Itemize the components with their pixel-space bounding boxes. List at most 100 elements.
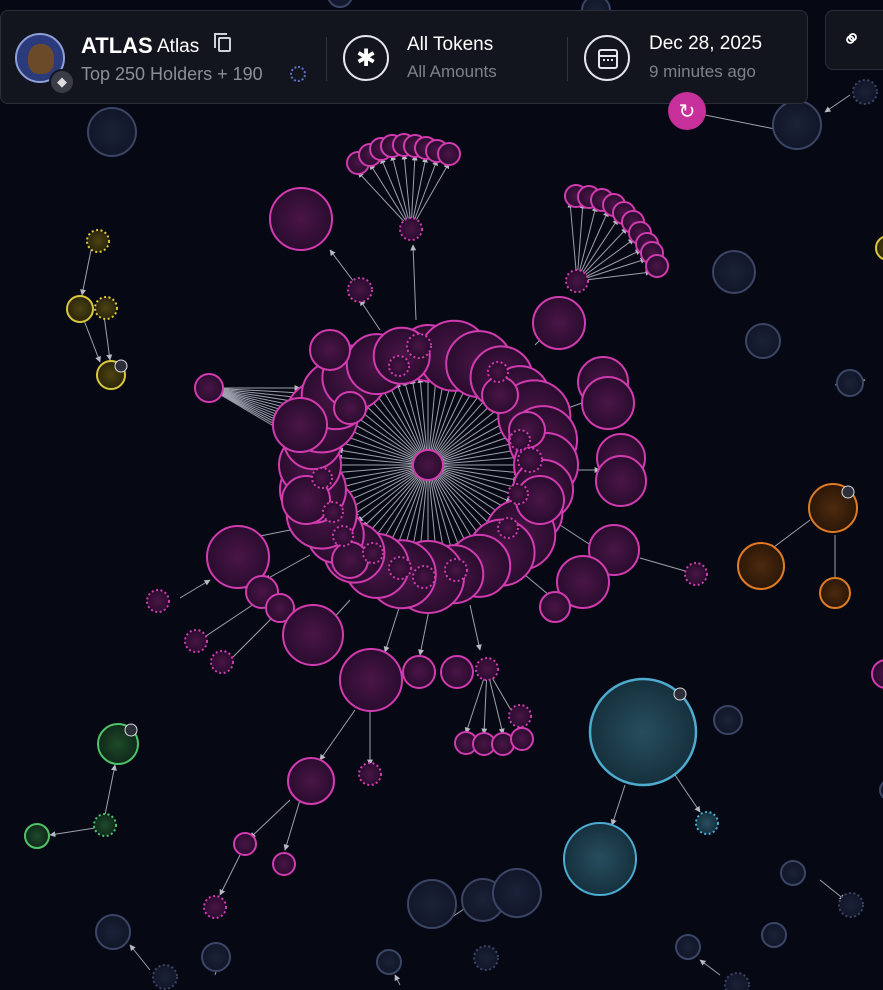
contract-bubble[interactable]: [388, 355, 410, 377]
holder-bubble[interactable]: [272, 852, 296, 876]
contract-bubble[interactable]: [852, 79, 878, 105]
contract-bubble[interactable]: [473, 945, 499, 971]
contract-bubble[interactable]: [475, 657, 499, 681]
holder-bubble[interactable]: [287, 757, 335, 805]
transfer-link: [357, 171, 412, 230]
holder-bubble[interactable]: [675, 934, 701, 960]
transfer-link: [410, 162, 450, 230]
holder-bubble[interactable]: [407, 879, 457, 929]
holder-bubble[interactable]: [66, 295, 94, 323]
contract-bubble[interactable]: [684, 562, 708, 586]
contract-bubble[interactable]: [724, 972, 750, 990]
contract-bubble[interactable]: [406, 333, 432, 359]
transfer-link: [359, 299, 381, 331]
contract-bubble[interactable]: [508, 704, 532, 728]
contract-bubble[interactable]: [388, 556, 412, 580]
holder-bubble[interactable]: [309, 329, 351, 371]
holder-bubble[interactable]: [780, 860, 806, 886]
contract-bubble[interactable]: [565, 269, 589, 293]
holder-bubble[interactable]: [201, 942, 231, 972]
contract-bubble[interactable]: [146, 589, 170, 613]
contract-bubble[interactable]: [838, 892, 864, 918]
contract-bubble[interactable]: [210, 650, 234, 674]
holder-bubble[interactable]: [339, 648, 403, 712]
filter-subtitle: All Amounts: [407, 62, 497, 81]
contract-bubble[interactable]: [507, 483, 529, 505]
contract-bubble[interactable]: [509, 429, 531, 451]
contract-bubble[interactable]: [487, 361, 509, 383]
holder-bubble[interactable]: [745, 323, 781, 359]
holder-bubble[interactable]: [333, 391, 367, 425]
transfer-link: [179, 579, 211, 599]
transfer-link: [49, 827, 96, 838]
holder-bubble[interactable]: [269, 187, 333, 251]
holder-bubble[interactable]: [331, 541, 369, 579]
holder-bubble[interactable]: [772, 100, 822, 150]
token-header: ◆ ATLAS Atlas Top 250 Holders + 190 ✱ Al…: [0, 10, 808, 104]
holder-bubble[interactable]: [645, 254, 669, 278]
contract-bubble[interactable]: [517, 447, 543, 473]
contract-bubble[interactable]: [399, 217, 423, 241]
contract-bubble[interactable]: [93, 813, 117, 837]
transfer-link: [129, 944, 151, 971]
holder-bubble[interactable]: [24, 823, 50, 849]
holder-bubble[interactable]: [595, 455, 647, 507]
holder-bubble[interactable]: [875, 236, 883, 260]
refresh-icon: ↻: [678, 99, 696, 123]
contract-bubble[interactable]: [362, 542, 384, 564]
transfer-link: [104, 764, 117, 816]
holder-bubble[interactable]: [510, 727, 534, 751]
holder-bubble[interactable]: [761, 922, 787, 948]
holder-bubble[interactable]: [282, 604, 344, 666]
holder-bubble[interactable]: [233, 832, 257, 856]
date-section[interactable]: Dec 28, 2025 9 minutes ago: [568, 11, 808, 105]
swap-icon[interactable]: [194, 373, 224, 403]
contract-bubble[interactable]: [94, 296, 118, 320]
holder-bubble[interactable]: [376, 949, 402, 975]
holder-bubble[interactable]: [87, 107, 137, 157]
token-symbol: ATLAS: [81, 33, 153, 58]
holder-bubble[interactable]: [437, 142, 461, 166]
contract-bubble[interactable]: [322, 501, 344, 523]
refresh-button[interactable]: ↻: [668, 92, 706, 130]
holder-bubble[interactable]: [492, 868, 542, 918]
holder-bubble[interactable]: [819, 577, 851, 609]
token-filter-section[interactable]: ✱ All Tokens All Amounts: [327, 11, 567, 105]
contract-bubble[interactable]: [695, 811, 719, 835]
contract-bubble[interactable]: [184, 629, 208, 653]
lock-icon: [841, 485, 855, 499]
holder-bubble[interactable]: [871, 659, 883, 689]
holder-bubble[interactable]: [737, 542, 785, 590]
holder-bubble[interactable]: [532, 296, 586, 350]
contract-bubble[interactable]: [347, 277, 373, 303]
holder-bubble[interactable]: [440, 655, 474, 689]
holder-bubble[interactable]: [712, 250, 756, 294]
contract-bubble[interactable]: [203, 895, 227, 919]
token-name: Atlas: [157, 36, 200, 57]
contract-bubble[interactable]: [311, 467, 333, 489]
token-section[interactable]: ◆ ATLAS Atlas Top 250 Holders + 190: [1, 11, 326, 105]
contract-bubble[interactable]: [86, 229, 110, 253]
transfer-link: [576, 218, 619, 282]
lock-icon: [124, 723, 138, 737]
holder-bubble[interactable]: [539, 591, 571, 623]
transfer-link: [199, 599, 261, 641]
holder-bubble[interactable]: [563, 822, 637, 896]
contract-bubble[interactable]: [358, 762, 382, 786]
holder-bubble[interactable]: [95, 914, 131, 950]
holder-bubble[interactable]: [581, 376, 635, 430]
swap-icon[interactable]: [412, 449, 444, 481]
contract-bubble[interactable]: [444, 558, 468, 582]
share-link-button[interactable]: ⚭: [825, 10, 883, 70]
holder-bubble[interactable]: [402, 655, 436, 689]
contract-bubble[interactable]: [332, 525, 354, 547]
holder-bubble[interactable]: [713, 705, 743, 735]
holder-bubble[interactable]: [836, 369, 864, 397]
holder-bubble[interactable]: [272, 397, 328, 453]
contract-bubble[interactable]: [152, 964, 178, 990]
bubble-map[interactable]: [0, 0, 883, 990]
contract-bubble[interactable]: [412, 565, 436, 589]
contract-bubble[interactable]: [497, 517, 519, 539]
holder-bubble[interactable]: [328, 0, 352, 8]
copy-icon[interactable]: [214, 33, 231, 52]
